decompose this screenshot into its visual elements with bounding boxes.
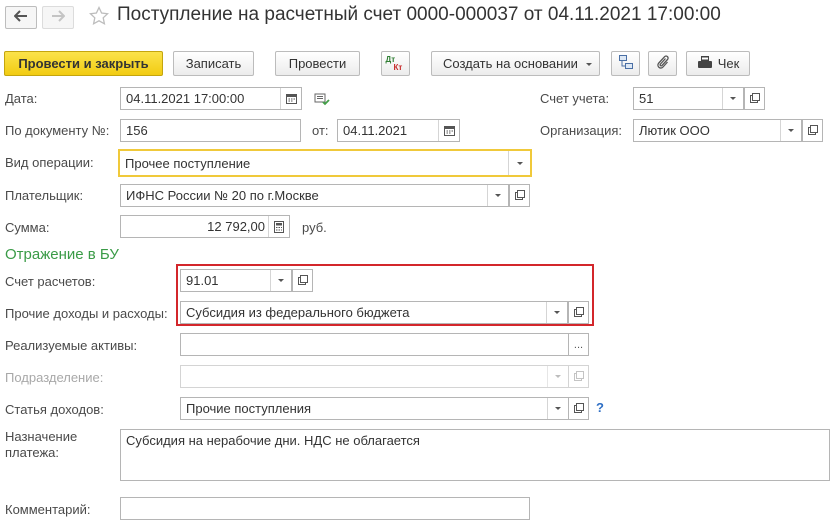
dropdown-icon[interactable]	[547, 398, 568, 419]
post-and-close-button[interactable]: Провести и закрыть	[4, 51, 163, 76]
date-label: Дата:	[5, 91, 38, 106]
other-income-expenses-label: Прочие доходы и расходы:	[5, 306, 168, 321]
help-icon[interactable]: ?	[596, 400, 604, 415]
account-label: Счет учета:	[540, 91, 610, 106]
payment-purpose-label: Назначение платежа:	[5, 429, 78, 460]
other-income-expenses-value: Субсидия из федерального бюджета	[186, 305, 410, 320]
dropdown-icon[interactable]	[487, 185, 508, 206]
chevron-down-icon	[586, 63, 592, 66]
dt-kt-icon: Дт Кт	[385, 54, 403, 72]
dropdown-icon	[547, 366, 568, 387]
hierarchy-icon	[618, 54, 634, 73]
section-title: Отражение в БУ	[5, 246, 119, 263]
calendar-icon[interactable]	[438, 120, 459, 141]
other-income-expenses-field[interactable]: Субсидия из федерального бюджета	[180, 301, 568, 324]
create-based-on-label: Создать на основании	[443, 56, 578, 71]
receipt-button[interactable]: Чек	[686, 51, 750, 76]
open-icon	[573, 401, 584, 416]
organization-field[interactable]: Лютик ООО	[633, 119, 802, 142]
post-button[interactable]: Провести	[275, 51, 360, 76]
payer-field[interactable]: ИФНС России № 20 по г.Москве	[120, 184, 509, 207]
page-title: Поступление на расчетный счет 0000-00003…	[117, 4, 721, 25]
doc-date-field[interactable]: 04.11.2021	[337, 119, 460, 142]
payer-label: Плательщик:	[5, 188, 84, 203]
settlement-account-label: Счет расчетов:	[5, 274, 96, 289]
payer-open-button[interactable]	[509, 184, 530, 207]
dropdown-icon[interactable]	[780, 120, 801, 141]
open-icon	[297, 273, 308, 288]
open-icon	[807, 123, 818, 138]
doc-date-value: 04.11.2021	[343, 123, 408, 138]
dropdown-icon[interactable]	[508, 151, 530, 175]
account-field[interactable]: 51	[633, 87, 744, 110]
dropdown-icon[interactable]	[270, 270, 291, 291]
payer-value: ИФНС России № 20 по г.Москве	[126, 188, 319, 203]
doc-date-label: от:	[312, 123, 329, 138]
organization-label: Организация:	[540, 123, 623, 138]
doc-number-field[interactable]: 156	[120, 119, 301, 142]
income-item-value: Прочие поступления	[186, 401, 312, 416]
department-label: Подразделение:	[5, 370, 104, 385]
payment-purpose-textarea[interactable]: Субсидия на нерабочие дни. НДС не облага…	[120, 429, 830, 481]
department-field	[180, 365, 569, 388]
create-based-on-button[interactable]: Создать на основании	[431, 51, 600, 76]
cash-register-icon	[697, 55, 713, 72]
sum-label: Сумма:	[5, 220, 50, 235]
realized-assets-label: Реализуемые активы:	[5, 338, 138, 353]
calculator-icon[interactable]	[268, 216, 289, 237]
receipt-label: Чек	[717, 56, 740, 71]
other-income-expenses-open-button[interactable]	[568, 301, 589, 324]
account-value: 51	[639, 91, 654, 106]
settlement-account-value: 91.01	[186, 273, 219, 288]
operation-type-select[interactable]: Прочее поступление	[118, 149, 532, 177]
forward-button[interactable]	[42, 6, 74, 29]
income-item-open-button[interactable]	[568, 397, 589, 420]
open-icon	[749, 91, 760, 106]
dt-kt-button[interactable]: Дт Кт	[381, 51, 410, 76]
structure-button[interactable]	[611, 51, 640, 76]
account-open-button[interactable]	[744, 87, 765, 110]
currency-label: руб.	[302, 220, 327, 235]
paperclip-icon	[656, 54, 670, 73]
comment-field[interactable]	[120, 497, 530, 520]
back-button[interactable]	[5, 6, 37, 29]
organization-open-button[interactable]	[802, 119, 823, 142]
operation-type-label: Вид операции:	[5, 155, 94, 170]
organization-value: Лютик ООО	[639, 123, 710, 138]
sum-field[interactable]: 12 792,00	[120, 215, 290, 238]
arrow-right-icon	[51, 10, 66, 25]
document-status-icon	[314, 92, 330, 109]
income-item-label: Статья доходов:	[5, 402, 104, 417]
operation-type-value: Прочее поступление	[125, 155, 251, 171]
open-icon	[514, 188, 525, 203]
dropdown-icon[interactable]	[722, 88, 743, 109]
select-button[interactable]: ...	[568, 333, 589, 356]
doc-number-label: По документу №:	[5, 123, 110, 138]
attach-file-button[interactable]	[648, 51, 677, 76]
dropdown-icon[interactable]	[546, 302, 567, 323]
favorite-star-icon[interactable]	[88, 5, 110, 29]
date-value: 04.11.2021 17:00:00	[126, 91, 245, 106]
calendar-icon[interactable]	[280, 88, 301, 109]
department-open-button	[568, 365, 589, 388]
realized-assets-field[interactable]	[180, 333, 569, 356]
open-icon	[573, 369, 584, 384]
settlement-account-open-button[interactable]	[292, 269, 313, 292]
save-button[interactable]: Записать	[173, 51, 254, 76]
ellipsis-icon: ...	[573, 338, 584, 351]
sum-value: 12 792,00	[207, 219, 265, 234]
date-field[interactable]: 04.11.2021 17:00:00	[120, 87, 302, 110]
open-icon	[573, 305, 584, 320]
income-item-field[interactable]: Прочие поступления	[180, 397, 569, 420]
arrow-left-icon	[13, 10, 28, 25]
comment-label: Комментарий:	[5, 502, 91, 517]
settlement-account-field[interactable]: 91.01	[180, 269, 292, 292]
